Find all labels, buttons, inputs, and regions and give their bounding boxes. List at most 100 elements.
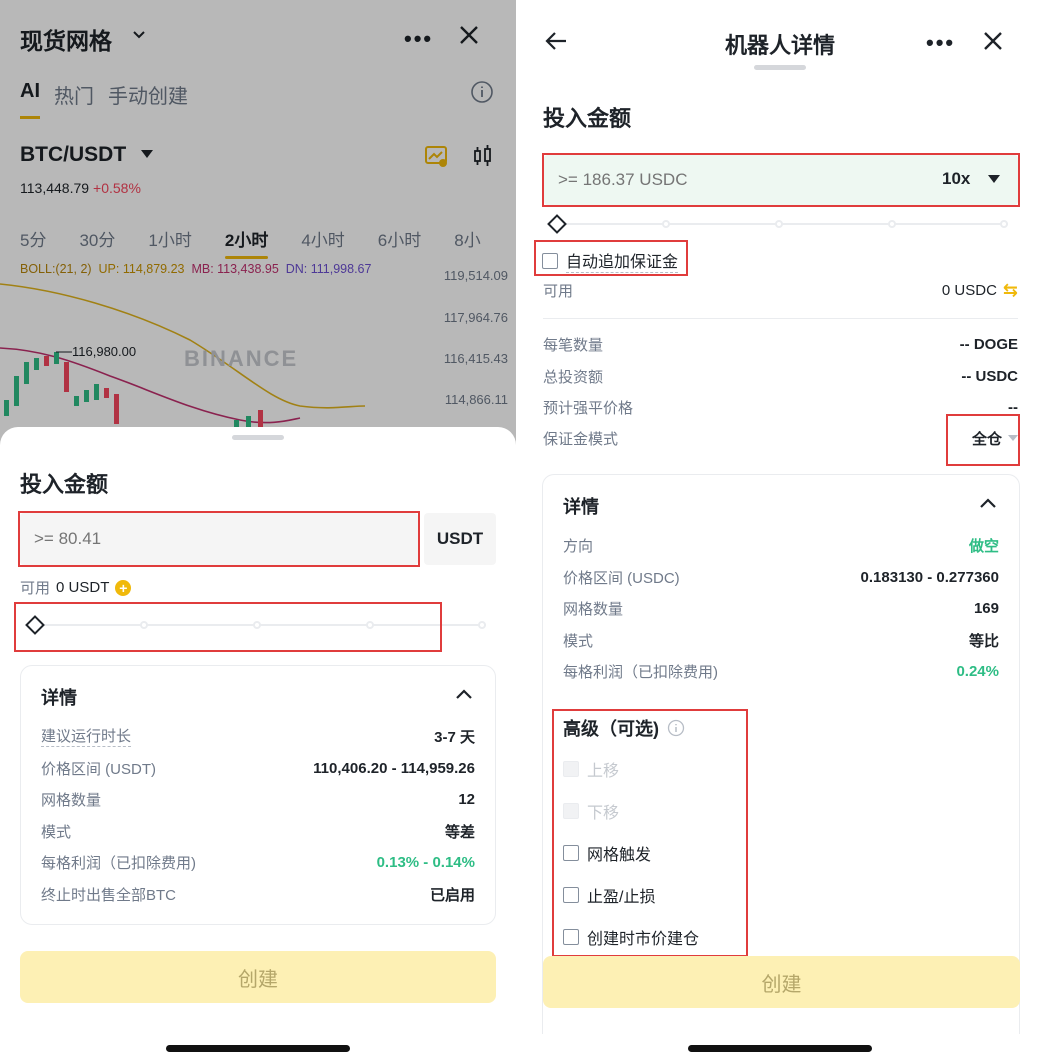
margin-mode-selector[interactable]: 全仓: [972, 428, 1018, 449]
option-label: 上移: [587, 763, 620, 780]
detail-row: 模式 等比: [563, 629, 999, 651]
right-phone-screen: 机器人详情 ••• 投入金额 10x 自动追加保证金 可用 0: [522, 0, 1038, 1060]
checkbox-box: [563, 803, 579, 819]
info-row: 总投资额 -- USDC: [543, 365, 1018, 387]
detail-value: 等比: [968, 632, 999, 650]
slider-step[interactable]: [253, 621, 261, 629]
detail-key: 方向: [563, 537, 594, 555]
chevron-up-icon[interactable]: [979, 497, 997, 509]
advanced-label: 高级（可选): [563, 719, 659, 739]
detail-value: 12: [458, 790, 475, 808]
info-key: 每笔数量: [543, 336, 604, 354]
leverage-value: 10x: [942, 169, 971, 188]
detail-value: 做空: [968, 537, 999, 555]
divider: [543, 318, 1018, 319]
home-indicator: [688, 1045, 872, 1052]
detail-key: 价格区间 (USDT): [41, 760, 156, 778]
detail-value: 0.24%: [956, 662, 999, 680]
option-tp-sl[interactable]: 止盈/止损: [563, 883, 655, 907]
sheet-handle[interactable]: [754, 65, 806, 70]
slider-thumb[interactable]: [547, 214, 567, 234]
sheet-handle[interactable]: [232, 435, 284, 440]
invest-amount-title: 投入金额: [20, 472, 109, 497]
detail-row: 每格利润（已扣除费用) 0.13% - 0.14%: [41, 851, 475, 873]
detail-key: 终止时出售全部BTC: [41, 886, 177, 904]
detail-row: 终止时出售全部BTC 已启用: [41, 883, 475, 905]
amount-slider[interactable]: [25, 615, 486, 635]
slider-step[interactable]: [775, 220, 783, 228]
leverage-selector[interactable]: 10x: [942, 169, 1001, 189]
checkbox-box[interactable]: [563, 929, 579, 945]
option-shift-up: 上移: [563, 757, 619, 781]
transfer-icon[interactable]: ⇆: [1003, 280, 1018, 301]
option-shift-down: 下移: [563, 799, 619, 823]
create-button[interactable]: 创建: [20, 951, 496, 1003]
more-icon[interactable]: •••: [926, 30, 955, 56]
details-card: 详情 方向 做空 价格区间 (USDC) 0.183130 - 0.277360 网…: [542, 474, 1020, 1034]
left-phone-screen: 现货网格 ••• AI 热门 手动创建 BTC/USDT 113,448.79 +…: [0, 0, 516, 1060]
detail-value: 0.13% - 0.14%: [376, 853, 475, 871]
info-icon[interactable]: [667, 719, 685, 737]
advanced-title: 高级（可选): [563, 715, 685, 741]
detail-key: 每格利润（已扣除费用): [563, 663, 718, 681]
caret-down-icon: [988, 175, 1001, 183]
info-row: 每笔数量 -- DOGE: [543, 333, 1018, 355]
currency-unit[interactable]: USDT: [424, 513, 496, 565]
info-key: 预计强平价格: [543, 399, 634, 417]
available-balance: 可用 0 USDT +: [20, 577, 132, 598]
info-value: --: [1008, 398, 1018, 416]
detail-row: 建议运行时长 3-7 天: [41, 725, 475, 747]
info-row: 保证金模式 全仓: [543, 427, 1018, 449]
create-button[interactable]: 创建: [543, 956, 1020, 1008]
checkbox-box[interactable]: [542, 252, 558, 269]
invest-sheet: 投入金额 USDT 可用 0 USDT + 详情 建议运行时长 3-7 天 价格区…: [0, 427, 516, 1060]
add-funds-icon[interactable]: +: [115, 579, 132, 596]
slider-step[interactable]: [140, 621, 148, 629]
available-balance: 0 USDC ⇆: [942, 280, 1018, 301]
option-label: 网格触发: [587, 847, 652, 864]
option-label: 下移: [587, 805, 620, 822]
slider-step[interactable]: [1000, 220, 1008, 228]
auto-margin-label: 自动追加保证金: [566, 248, 679, 273]
info-key: 保证金模式: [543, 430, 619, 448]
option-label: 创建时市价建仓: [587, 931, 700, 948]
detail-key: 网格数量: [41, 791, 102, 809]
option-market-open[interactable]: 创建时市价建仓: [563, 925, 699, 949]
checkbox-box: [563, 761, 579, 777]
slider-step[interactable]: [888, 220, 896, 228]
detail-key: 模式: [41, 823, 72, 841]
slider-thumb[interactable]: [25, 615, 45, 635]
amount-input[interactable]: [20, 513, 418, 565]
detail-row: 网格数量 169: [563, 597, 999, 619]
chevron-up-icon[interactable]: [455, 688, 473, 700]
available-value: 0 USDC: [941, 281, 997, 299]
detail-key: 建议运行时长: [41, 725, 132, 747]
slider-step[interactable]: [478, 621, 486, 629]
amount-slider[interactable]: [547, 214, 1008, 234]
option-grid-trigger[interactable]: 网格触发: [563, 841, 651, 865]
info-value: -- USDC: [961, 367, 1018, 385]
detail-value: 3-7 天: [434, 728, 475, 746]
detail-value: 169: [973, 599, 999, 617]
invest-sheet: 投入金额 10x 自动追加保证金 可用 0 USDC ⇆: [522, 57, 1038, 1060]
detail-value: 已启用: [429, 886, 475, 904]
detail-row: 方向 做空: [563, 534, 999, 556]
detail-key: 模式: [563, 632, 594, 650]
option-label: 止盈/止损: [587, 889, 656, 906]
invest-amount-title: 投入金额: [543, 106, 632, 131]
available-label: 可用: [543, 282, 574, 300]
checkbox-box[interactable]: [563, 887, 579, 903]
detail-row: 网格数量 12: [41, 788, 475, 810]
details-title: 详情: [563, 497, 599, 517]
slider-step[interactable]: [366, 621, 374, 629]
slider-step[interactable]: [662, 220, 670, 228]
available-value: 0 USDT: [56, 579, 110, 596]
detail-value: 等差: [444, 823, 475, 841]
details-title: 详情: [41, 688, 77, 708]
checkbox-box[interactable]: [563, 845, 579, 861]
detail-key: 每格利润（已扣除费用): [41, 854, 196, 872]
close-icon[interactable]: [982, 30, 1004, 52]
modal-backdrop[interactable]: [0, 0, 516, 460]
auto-margin-checkbox[interactable]: 自动追加保证金: [542, 248, 679, 273]
info-key: 总投资额: [543, 368, 604, 386]
